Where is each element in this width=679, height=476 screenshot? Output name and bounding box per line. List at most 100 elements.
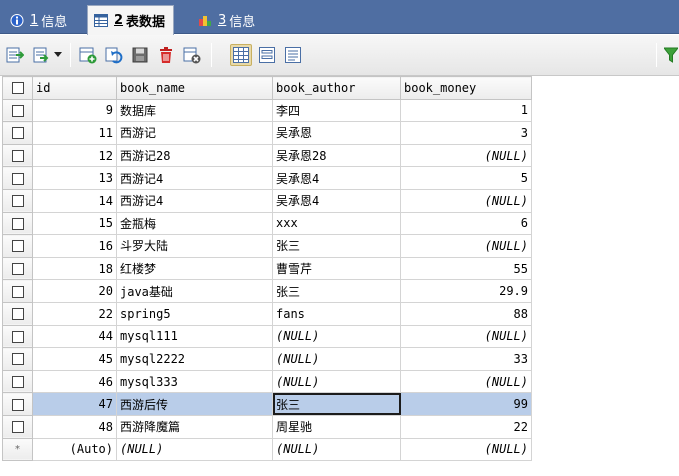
cell-id[interactable]: 16 xyxy=(32,234,117,258)
cell-book-money[interactable]: 5 xyxy=(400,166,532,190)
cell-id[interactable]: 22 xyxy=(32,301,117,326)
select-all-checkbox[interactable] xyxy=(2,76,33,100)
table-row[interactable]: 9 数据库 李四 1 xyxy=(2,98,532,123)
table-row[interactable]: 20 java基础 张三 29.9 xyxy=(2,279,532,303)
row-checkbox[interactable] xyxy=(2,347,33,371)
cell-id[interactable]: 14 xyxy=(32,188,117,213)
cell-book-money[interactable]: 29.9 xyxy=(400,279,532,303)
cell-book-money[interactable]: 1 xyxy=(400,98,532,123)
cell-book-author[interactable]: 吴承恩 xyxy=(272,121,401,145)
table-row[interactable]: 11 西游记 吴承恩 3 xyxy=(2,121,532,145)
cell-book-name[interactable]: java基础 xyxy=(116,279,273,303)
cancel-icon[interactable] xyxy=(181,44,203,66)
save-icon[interactable] xyxy=(129,44,151,66)
new-cell-book-money[interactable]: (NULL) xyxy=(400,437,532,462)
cell-book-money[interactable]: 33 xyxy=(400,347,532,371)
row-checkbox[interactable] xyxy=(2,234,33,258)
cell-book-money[interactable]: (NULL) xyxy=(400,143,532,168)
row-checkbox[interactable] xyxy=(2,121,33,145)
new-cell-book-author[interactable]: (NULL) xyxy=(272,437,401,462)
cell-book-author[interactable]: 吴承恩4 xyxy=(272,188,401,213)
cell-book-money[interactable]: 55 xyxy=(400,256,532,281)
cell-book-name[interactable]: 西游记4 xyxy=(116,188,273,213)
column-header-id[interactable]: id xyxy=(32,76,117,100)
cell-book-author[interactable]: 李四 xyxy=(272,98,401,123)
cell-id[interactable]: 12 xyxy=(32,143,117,168)
cell-book-author[interactable]: 张三 xyxy=(272,234,401,258)
cell-id[interactable]: 9 xyxy=(32,98,117,123)
cell-book-money[interactable]: (NULL) xyxy=(400,188,532,213)
cell-book-money[interactable]: 22 xyxy=(400,414,532,439)
row-checkbox[interactable] xyxy=(2,166,33,190)
row-checkbox[interactable] xyxy=(2,188,33,213)
cell-book-name[interactable]: mysql333 xyxy=(116,369,273,394)
cell-id[interactable]: 44 xyxy=(32,324,117,349)
new-cell-id[interactable]: (Auto) xyxy=(32,437,117,462)
table-row[interactable]: 48 西游降魔篇 周星驰 22 xyxy=(2,414,532,439)
cell-id[interactable]: 48 xyxy=(32,414,117,439)
cell-book-author[interactable]: 张三 xyxy=(272,392,401,416)
delete-icon[interactable] xyxy=(155,44,177,66)
cell-book-money[interactable]: 99 xyxy=(400,392,532,416)
cell-book-money[interactable]: 88 xyxy=(400,301,532,326)
row-checkbox[interactable] xyxy=(2,414,33,439)
cell-book-name[interactable]: mysql111 xyxy=(116,324,273,349)
cell-book-author[interactable]: 张三 xyxy=(272,279,401,303)
row-checkbox[interactable] xyxy=(2,211,33,236)
row-checkbox[interactable] xyxy=(2,256,33,281)
cell-book-money[interactable]: (NULL) xyxy=(400,369,532,394)
import-icon[interactable] xyxy=(30,44,52,66)
cell-book-name[interactable]: 斗罗大陆 xyxy=(116,234,273,258)
text-view-icon[interactable] xyxy=(282,44,304,66)
cell-id[interactable]: 15 xyxy=(32,211,117,236)
cell-book-money[interactable]: (NULL) xyxy=(400,324,532,349)
row-checkbox[interactable] xyxy=(2,324,33,349)
cell-book-name[interactable]: 西游记 xyxy=(116,121,273,145)
cell-book-author[interactable]: (NULL) xyxy=(272,347,401,371)
table-row[interactable]: 47 西游后传 张三 99 xyxy=(2,392,532,416)
new-cell-book-name[interactable]: (NULL) xyxy=(116,437,273,462)
cell-id[interactable]: 45 xyxy=(32,347,117,371)
cell-book-author[interactable]: (NULL) xyxy=(272,369,401,394)
tab-info-3[interactable]: 3 信息 xyxy=(192,7,263,34)
form-view-icon[interactable] xyxy=(256,44,278,66)
cell-book-name[interactable]: 数据库 xyxy=(116,98,273,123)
cell-id[interactable]: 11 xyxy=(32,121,117,145)
cell-book-author[interactable]: 吴承恩28 xyxy=(272,143,401,168)
filter-icon[interactable] xyxy=(662,44,679,66)
row-checkbox[interactable] xyxy=(2,98,33,123)
table-row[interactable]: 46 mysql333 (NULL) (NULL) xyxy=(2,369,532,394)
row-checkbox[interactable] xyxy=(2,279,33,303)
cell-id[interactable]: 20 xyxy=(32,279,117,303)
cell-id[interactable]: 46 xyxy=(32,369,117,394)
row-checkbox[interactable] xyxy=(2,369,33,394)
cell-id[interactable]: 13 xyxy=(32,166,117,190)
cell-book-name[interactable]: spring5 xyxy=(116,301,273,326)
row-checkbox[interactable] xyxy=(2,301,33,326)
cell-book-author[interactable]: fans xyxy=(272,301,401,326)
cell-book-author[interactable]: 曹雪芹 xyxy=(272,256,401,281)
cell-book-name[interactable]: 西游降魔篇 xyxy=(116,414,273,439)
cell-book-name[interactable]: 西游记28 xyxy=(116,143,273,168)
add-row-icon[interactable] xyxy=(77,44,99,66)
cell-book-money[interactable]: 3 xyxy=(400,121,532,145)
new-row[interactable]: * (Auto) (NULL) (NULL) (NULL) xyxy=(2,437,532,462)
cell-book-author[interactable]: 吴承恩4 xyxy=(272,166,401,190)
export-icon[interactable] xyxy=(4,44,26,66)
cell-book-money[interactable]: 6 xyxy=(400,211,532,236)
table-row[interactable]: 44 mysql111 (NULL) (NULL) xyxy=(2,324,532,349)
grid-view-icon[interactable] xyxy=(230,44,252,66)
cell-book-author[interactable]: xxx xyxy=(272,211,401,236)
column-header-book-money[interactable]: book_money xyxy=(400,76,532,100)
table-row[interactable]: 18 红楼梦 曹雪芹 55 xyxy=(2,256,532,281)
tab-table-data[interactable]: 2 表数据 xyxy=(87,5,175,35)
cell-id[interactable]: 47 xyxy=(32,392,117,416)
cell-id[interactable]: 18 xyxy=(32,256,117,281)
cell-book-name[interactable]: 红楼梦 xyxy=(116,256,273,281)
table-row[interactable]: 12 西游记28 吴承恩28 (NULL) xyxy=(2,143,532,168)
cell-book-name[interactable]: 西游记4 xyxy=(116,166,273,190)
cell-book-name[interactable]: 金瓶梅 xyxy=(116,211,273,236)
column-header-book-author[interactable]: book_author xyxy=(272,76,401,100)
row-checkbox[interactable] xyxy=(2,143,33,168)
row-checkbox[interactable] xyxy=(2,392,33,416)
